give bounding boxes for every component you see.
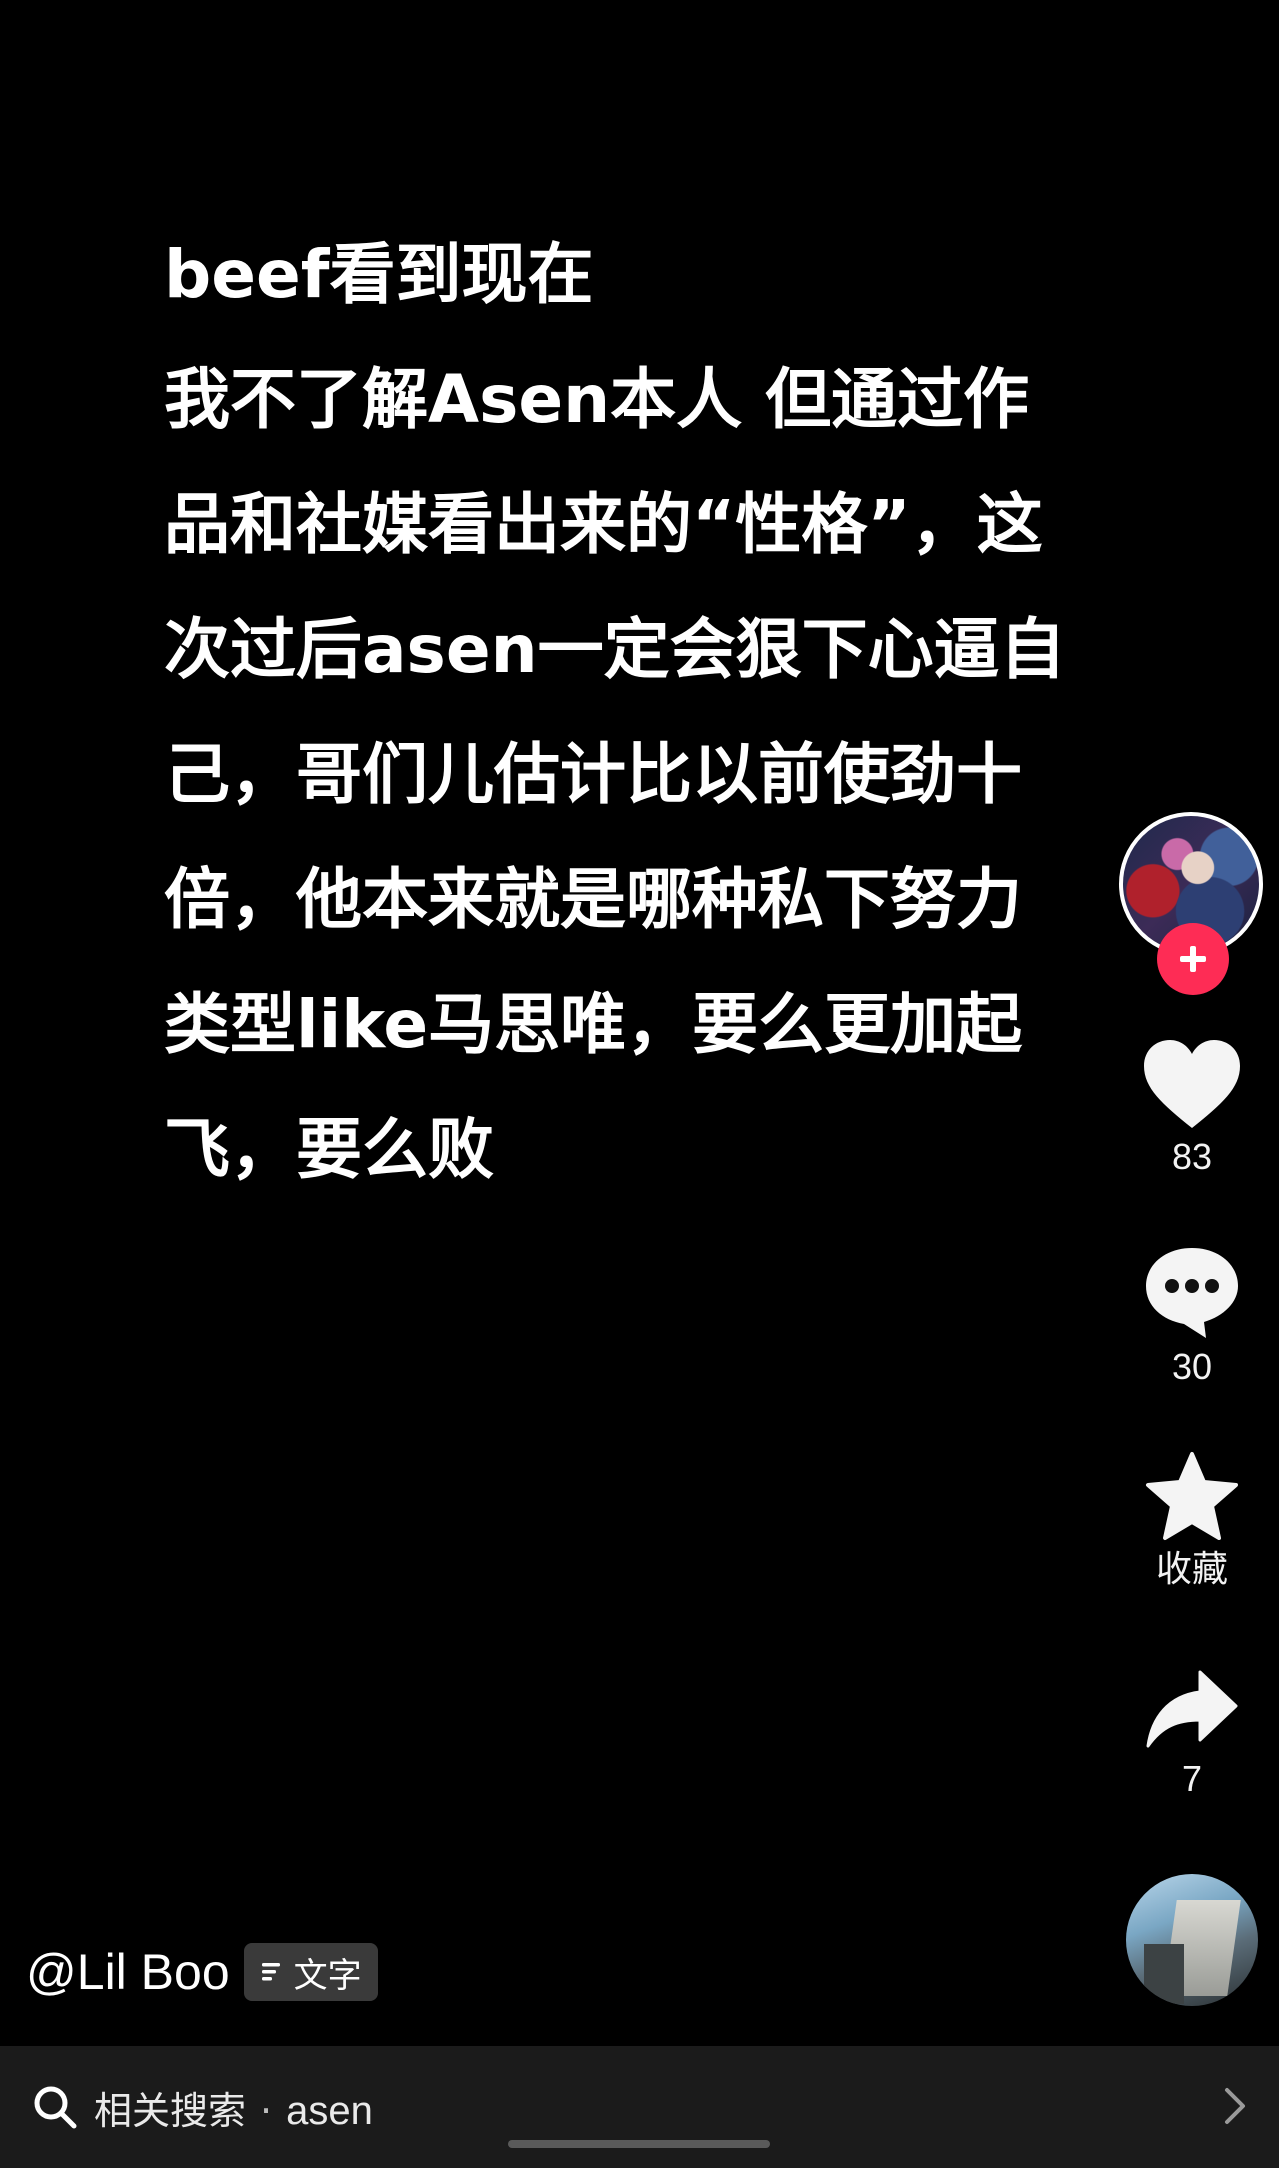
home-indicator bbox=[508, 2140, 770, 2148]
search-icon bbox=[32, 2084, 78, 2130]
follow-button[interactable] bbox=[1157, 923, 1229, 995]
post-line: 倍，他本来就是哪种私下努力 bbox=[164, 861, 1022, 938]
post-line: 我不了解Asen本人 但通过作 bbox=[164, 361, 1030, 438]
music-disc-icon[interactable] bbox=[1126, 1874, 1258, 2006]
post-line: 己，哥们儿估计比以前使劲十 bbox=[164, 736, 1022, 813]
post-line: 品和社媒看出来的“性格”，这 bbox=[164, 486, 1043, 563]
post-line: beef看到现在 bbox=[164, 236, 594, 313]
like-count: 83 bbox=[1171, 1136, 1213, 1177]
post-text: beef看到现在 我不了解Asen本人 但通过作 品和社媒看出来的“性格”，这 … bbox=[164, 212, 1114, 1212]
share-count: 7 bbox=[1181, 1758, 1203, 1799]
post-line: 次过后asen一定会狠下心逼自 bbox=[164, 611, 1066, 688]
comment-button[interactable]: 30 bbox=[1130, 1244, 1254, 1388]
like-button[interactable]: 83 bbox=[1130, 1038, 1254, 1178]
author-name[interactable]: @Lil Boo bbox=[26, 1942, 230, 2002]
plus-icon bbox=[1180, 946, 1206, 972]
comment-icon bbox=[1146, 1248, 1238, 1338]
share-arrow-icon bbox=[1146, 1670, 1238, 1748]
comment-count: 30 bbox=[1171, 1346, 1213, 1387]
text-tag[interactable]: 文字 bbox=[243, 1943, 378, 2001]
post-line: 飞，要么败 bbox=[164, 1111, 494, 1188]
related-search-text: 相关搜索 · asen bbox=[94, 2080, 373, 2135]
related-search-label: 相关搜索 bbox=[94, 2088, 247, 2133]
related-search-keyword: asen bbox=[286, 2088, 373, 2133]
star-icon bbox=[1146, 1452, 1238, 1540]
author-row: @Lil Boo 文字 bbox=[26, 1942, 378, 2002]
disc-art-shadow bbox=[1144, 1944, 1184, 2004]
favorite-button[interactable]: 收藏 bbox=[1130, 1450, 1254, 1590]
text-lines-icon bbox=[261, 1963, 280, 1981]
tag-label: 文字 bbox=[293, 1955, 362, 1996]
post-line: 类型like马思唯，要么更加起 bbox=[164, 986, 1023, 1063]
share-button[interactable]: 7 bbox=[1130, 1668, 1254, 1800]
heart-icon bbox=[1144, 1040, 1240, 1128]
related-search-bar[interactable]: 相关搜索 · asen bbox=[0, 2046, 1279, 2168]
chevron-right-icon bbox=[1225, 2088, 1245, 2124]
separator-dot: · bbox=[260, 2088, 273, 2133]
favorite-label: 收藏 bbox=[1155, 1548, 1228, 1589]
